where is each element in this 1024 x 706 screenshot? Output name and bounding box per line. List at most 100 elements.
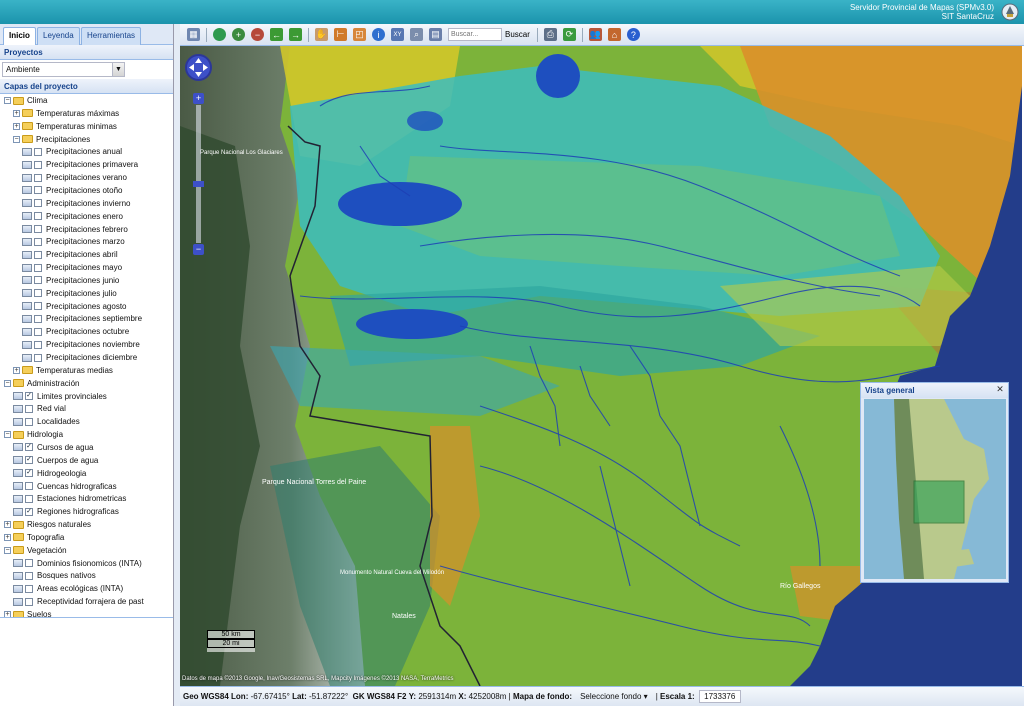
close-icon[interactable]: ✕ xyxy=(995,385,1005,395)
layers-icon[interactable]: ▤ xyxy=(429,28,442,41)
layer-checkbox[interactable] xyxy=(34,237,42,246)
tree-layer[interactable]: Cuencas hidrograficas xyxy=(13,480,117,493)
layer-checkbox[interactable] xyxy=(34,250,42,259)
tab-leyenda[interactable]: Leyenda xyxy=(37,27,80,45)
zoom-track[interactable] xyxy=(196,105,201,243)
zoom-in-icon[interactable]: + xyxy=(232,28,245,41)
layer-checkbox[interactable] xyxy=(25,559,33,568)
tree-folder[interactable]: + Temperaturas máximas xyxy=(13,107,119,120)
layer-checkbox[interactable] xyxy=(34,263,42,272)
tree-folder[interactable]: + Suelos xyxy=(4,608,51,617)
overview-extent[interactable] xyxy=(913,480,965,524)
expand-icon[interactable]: + xyxy=(13,366,20,374)
map-canvas[interactable]: Parque Nacional Los Glaciares Parque Nac… xyxy=(180,46,1022,686)
print-icon[interactable]: ⎙ xyxy=(543,28,557,41)
tree-layer[interactable]: Red vial xyxy=(13,402,66,415)
expand-icon[interactable]: + xyxy=(4,521,11,529)
tree-layer[interactable]: Precipitaciones julio xyxy=(22,287,117,300)
layer-checkbox[interactable] xyxy=(34,212,42,221)
expand-icon[interactable]: + xyxy=(13,109,20,117)
escala-input[interactable]: 1733376 xyxy=(698,690,741,703)
tree-layer[interactable]: Precipitaciones primavera xyxy=(22,158,138,171)
tree-layer[interactable]: ✓ Cursos de agua xyxy=(13,441,93,454)
measure-icon[interactable]: ⊢ xyxy=(334,28,347,41)
tree-layer[interactable]: Precipitaciones septiembre xyxy=(22,312,142,325)
layer-checkbox[interactable] xyxy=(34,327,42,336)
tree-layer[interactable]: Precipitaciones diciembre xyxy=(22,351,137,364)
layer-checkbox[interactable] xyxy=(34,302,42,311)
tree-layer[interactable]: ✓ Limites provinciales xyxy=(13,390,107,403)
tree-layer[interactable]: ✓ Regiones hidrograficas xyxy=(13,505,119,518)
layer-checkbox[interactable] xyxy=(34,314,42,323)
tree-layer[interactable]: Precipitaciones mayo xyxy=(22,261,122,274)
tree-folder[interactable]: − Precipitaciones xyxy=(13,133,90,146)
layer-checkbox[interactable]: ✓ xyxy=(25,456,33,465)
tree-layer[interactable]: Localidades xyxy=(13,415,80,428)
globe-icon[interactable] xyxy=(213,28,226,41)
tab-herramientas[interactable]: Herramientas xyxy=(81,27,142,45)
info-icon[interactable]: i xyxy=(372,28,385,41)
tree-folder[interactable]: − Hidrologia xyxy=(4,428,63,441)
layer-checkbox[interactable]: ✓ xyxy=(25,507,33,516)
zoom-out-button[interactable]: − xyxy=(193,244,204,255)
tree-folder[interactable]: − Administración xyxy=(4,377,79,390)
tree-folder[interactable]: + Riesgos naturales xyxy=(4,518,91,531)
tree-folder[interactable]: + Topografia xyxy=(4,531,64,544)
tree-layer[interactable]: Precipitaciones junio xyxy=(22,274,119,287)
layer-checkbox[interactable]: ✓ xyxy=(25,443,33,452)
expand-icon[interactable]: + xyxy=(13,122,20,130)
grid-icon[interactable]: ▦ xyxy=(187,28,200,41)
layer-checkbox[interactable] xyxy=(34,160,42,169)
layer-checkbox[interactable] xyxy=(25,417,33,426)
layer-checkbox[interactable]: ✓ xyxy=(25,469,33,478)
tree-layer[interactable]: Precipitaciones anual xyxy=(22,145,122,158)
layer-checkbox[interactable] xyxy=(34,340,42,349)
expand-icon[interactable]: + xyxy=(4,533,11,541)
layer-checkbox[interactable] xyxy=(34,353,42,362)
users-icon[interactable]: 👥 xyxy=(588,28,602,41)
layer-checkbox[interactable]: ✓ xyxy=(25,392,33,401)
find-icon[interactable]: ⌕ xyxy=(410,28,423,41)
tree-layer[interactable]: Precipitaciones otoño xyxy=(22,184,123,197)
tree-layer[interactable]: Precipitaciones febrero xyxy=(22,223,128,236)
collapse-icon[interactable]: − xyxy=(13,135,20,143)
map-viewport[interactable]: Parque Nacional Los Glaciares Parque Nac… xyxy=(180,46,1022,686)
zoom-slider[interactable]: + − xyxy=(193,93,204,255)
tree-layer[interactable]: Bosques nativos xyxy=(13,569,96,582)
chevron-down-icon[interactable]: ▼ xyxy=(112,63,124,76)
tree-layer[interactable]: Receptividad forrajera de past xyxy=(13,595,144,608)
home-icon[interactable]: ⌂ xyxy=(607,28,621,41)
tree-layer[interactable]: Precipitaciones invierno xyxy=(22,197,131,210)
layer-checkbox[interactable] xyxy=(34,225,42,233)
pan-control[interactable] xyxy=(185,54,212,81)
tree-folder[interactable]: − Vegetación xyxy=(4,544,67,557)
collapse-icon[interactable]: − xyxy=(4,431,11,439)
tree-layer[interactable]: ✓ Cuerpos de agua xyxy=(13,454,98,467)
layer-checkbox[interactable] xyxy=(34,199,42,208)
tree-layer[interactable]: Precipitaciones noviembre xyxy=(22,338,140,351)
layer-checkbox[interactable] xyxy=(25,571,33,580)
help-icon[interactable]: ? xyxy=(626,28,640,41)
area-icon[interactable]: ◰ xyxy=(353,28,366,41)
layer-checkbox[interactable] xyxy=(34,147,42,156)
tree-layer[interactable]: Precipitaciones enero xyxy=(22,210,123,223)
layer-checkbox[interactable] xyxy=(34,289,42,298)
project-select[interactable]: Ambiente ▼ xyxy=(2,62,125,77)
forward-arrow-icon[interactable]: → xyxy=(289,28,302,41)
zoom-in-button[interactable]: + xyxy=(193,93,204,104)
xy-icon[interactable]: XY xyxy=(391,28,404,41)
layer-checkbox[interactable] xyxy=(25,584,33,593)
tree-layer[interactable]: Precipitaciones abril xyxy=(22,248,118,261)
pan-hand-icon[interactable]: ✋ xyxy=(315,28,328,41)
layer-checkbox[interactable] xyxy=(25,494,33,503)
layer-checkbox[interactable] xyxy=(25,482,33,490)
tree-folder[interactable]: − Clima xyxy=(4,94,47,107)
expand-icon[interactable]: + xyxy=(4,611,11,617)
tab-inicio[interactable]: Inicio xyxy=(3,27,36,45)
tree-layer[interactable]: Precipitaciones octubre xyxy=(22,325,129,338)
tree-layer[interactable]: Areas ecológicas (INTA) xyxy=(13,582,123,595)
tree-layer[interactable]: Precipitaciones verano xyxy=(22,171,127,184)
tree-folder[interactable]: + Temperaturas medias xyxy=(13,364,113,377)
fondo-select[interactable]: Seleccione fondo ▾ xyxy=(576,692,652,701)
collapse-icon[interactable]: − xyxy=(4,379,11,387)
